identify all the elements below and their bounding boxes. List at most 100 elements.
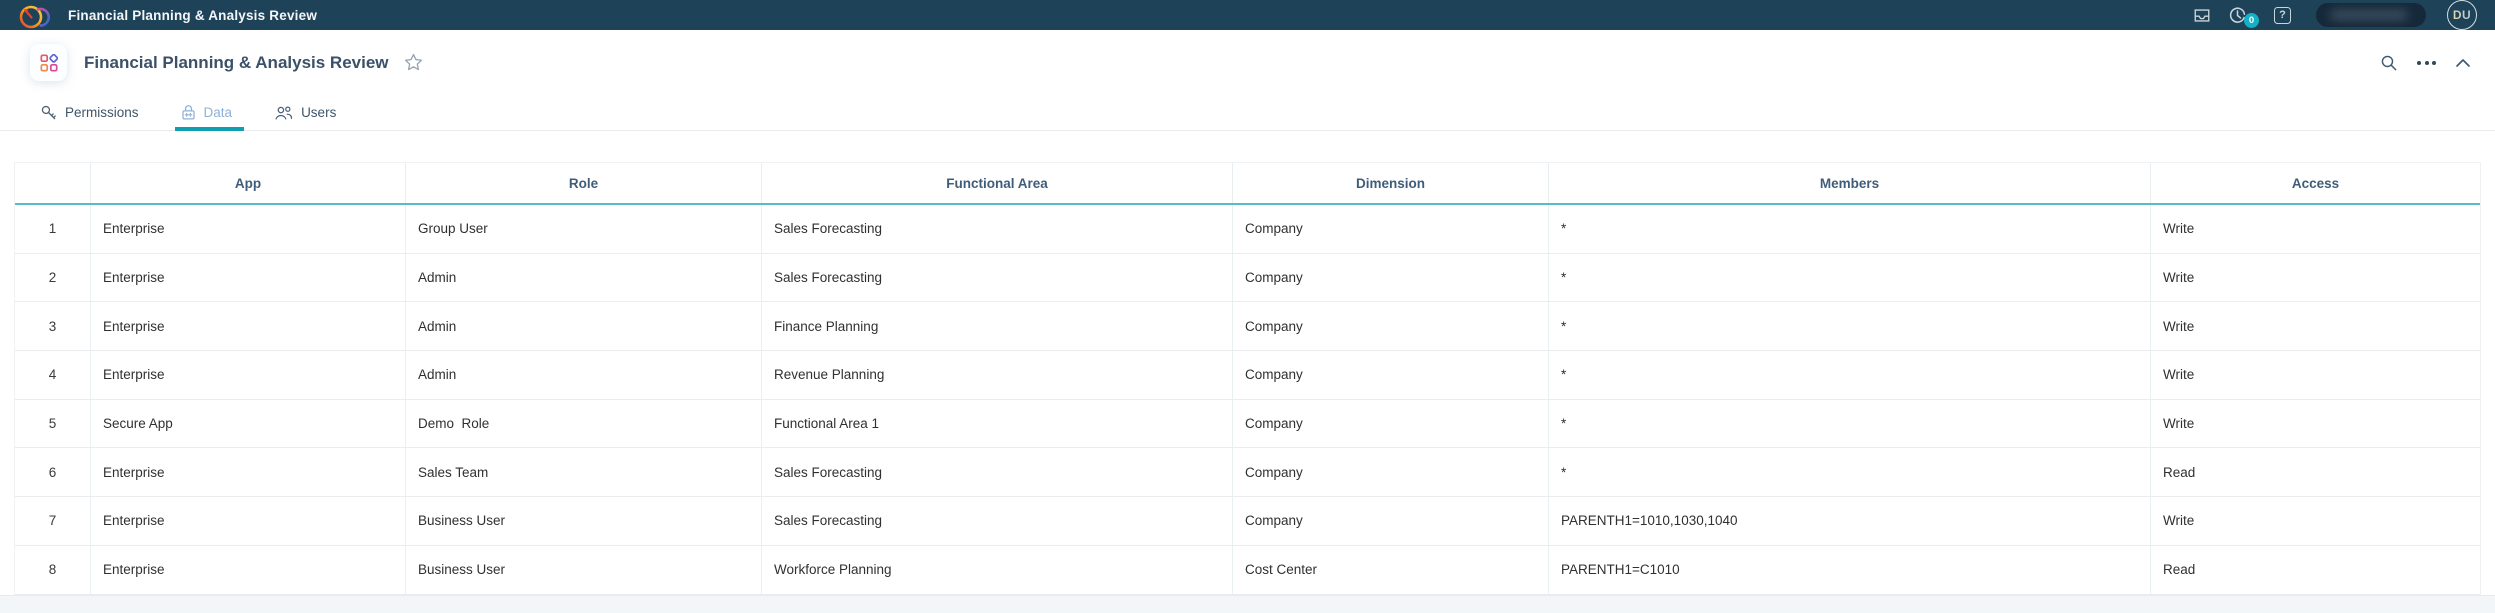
tab-data[interactable]: Data: [181, 95, 233, 130]
app-grid-icon: [40, 54, 58, 72]
cell-members: *: [1549, 448, 2151, 496]
cell-dimension: Cost Center: [1233, 546, 1549, 594]
cell-access: Write: [2151, 400, 2480, 448]
cell-functional-area: Revenue Planning: [762, 351, 1233, 399]
cell-app: Enterprise: [91, 546, 406, 594]
col-header-index: [15, 163, 91, 203]
col-header-role: Role: [406, 163, 762, 203]
col-header-access: Access: [2151, 163, 2480, 203]
cell-app: Secure App: [91, 400, 406, 448]
cell-functional-area: Sales Forecasting: [762, 254, 1233, 302]
cell-access: Write: [2151, 497, 2480, 545]
table-row[interactable]: 8 Enterprise Business User Workforce Pla…: [15, 546, 2480, 595]
cell-access: Write: [2151, 302, 2480, 350]
cell-role: Admin: [406, 302, 762, 350]
table-row[interactable]: 2 Enterprise Admin Sales Forecasting Com…: [15, 254, 2480, 303]
cell-functional-area: Workforce Planning: [762, 546, 1233, 594]
cell-members: *: [1549, 351, 2151, 399]
cell-access: Read: [2151, 546, 2480, 594]
table-row[interactable]: 4 Enterprise Admin Revenue Planning Comp…: [15, 351, 2480, 400]
col-header-app: App: [91, 163, 406, 203]
tab-label: Users: [301, 105, 336, 120]
cell-role: Admin: [406, 351, 762, 399]
cell-app: Enterprise: [91, 205, 406, 253]
row-number: 5: [15, 400, 91, 448]
cell-functional-area: Sales Forecasting: [762, 448, 1233, 496]
col-header-members: Members: [1549, 163, 2151, 203]
table-row[interactable]: 5 Secure App Demo Role Functional Area 1…: [15, 400, 2480, 449]
row-number: 1: [15, 205, 91, 253]
cell-access: Write: [2151, 205, 2480, 253]
cell-app: Enterprise: [91, 302, 406, 350]
cell-role: Admin: [406, 254, 762, 302]
page-title: Financial Planning & Analysis Review: [84, 53, 389, 73]
page-header: Financial Planning & Analysis Review: [0, 30, 2495, 95]
cell-dimension: Company: [1233, 400, 1549, 448]
cell-access: Write: [2151, 254, 2480, 302]
cell-functional-area: Sales Forecasting: [762, 205, 1233, 253]
tab-users[interactable]: Users: [274, 95, 336, 130]
cell-members: *: [1549, 302, 2151, 350]
cell-dimension: Company: [1233, 254, 1549, 302]
environment-label-pill: [2316, 3, 2426, 27]
app-icon-card: [30, 44, 67, 81]
key-icon: [40, 104, 57, 121]
cell-dimension: Company: [1233, 497, 1549, 545]
cell-dimension: Company: [1233, 302, 1549, 350]
row-number: 7: [15, 497, 91, 545]
tab-permissions[interactable]: Permissions: [40, 95, 139, 130]
topbar-app-title: Financial Planning & Analysis Review: [68, 8, 317, 23]
planful-logo-icon[interactable]: [16, 2, 58, 30]
row-number: 3: [15, 302, 91, 350]
lock-icon: [181, 104, 196, 121]
cell-members: PARENTH1=1010,1030,1040: [1549, 497, 2151, 545]
time-tracker-icon[interactable]: 0: [2228, 6, 2247, 25]
col-header-functional-area: Functional Area: [762, 163, 1233, 203]
cell-members: *: [1549, 254, 2151, 302]
row-number: 4: [15, 351, 91, 399]
cell-functional-area: Functional Area 1: [762, 400, 1233, 448]
cell-dimension: Company: [1233, 448, 1549, 496]
top-app-bar: Financial Planning & Analysis Review 0 ?…: [0, 0, 2495, 30]
cell-functional-area: Sales Forecasting: [762, 497, 1233, 545]
cell-members: *: [1549, 205, 2151, 253]
cell-app: Enterprise: [91, 497, 406, 545]
notification-badge: 0: [2244, 13, 2259, 28]
cell-app: Enterprise: [91, 254, 406, 302]
cell-functional-area: Finance Planning: [762, 302, 1233, 350]
row-number: 8: [15, 546, 91, 594]
active-tab-underline: [175, 127, 245, 131]
cell-access: Read: [2151, 448, 2480, 496]
search-icon[interactable]: [2380, 54, 2398, 72]
table-row[interactable]: 6 Enterprise Sales Team Sales Forecastin…: [15, 448, 2480, 497]
cell-role: Demo Role: [406, 400, 762, 448]
cell-members: PARENTH1=C1010: [1549, 546, 2151, 594]
more-options-icon[interactable]: [2417, 57, 2436, 69]
tab-label: Data: [204, 105, 233, 120]
help-icon[interactable]: ?: [2274, 7, 2291, 24]
table-row[interactable]: 1 Enterprise Group User Sales Forecastin…: [15, 205, 2480, 254]
cell-role: Business User: [406, 546, 762, 594]
col-header-dimension: Dimension: [1233, 163, 1549, 203]
header-actions: [2380, 54, 2471, 72]
collapse-chevron-up-icon[interactable]: [2455, 58, 2471, 68]
tab-bar: Permissions Data Users: [0, 95, 2495, 131]
cell-dimension: Company: [1233, 351, 1549, 399]
cell-members: *: [1549, 400, 2151, 448]
topbar-actions: 0 ? DU: [2193, 0, 2477, 30]
cell-role: Business User: [406, 497, 762, 545]
cell-role: Sales Team: [406, 448, 762, 496]
data-permissions-table: App Role Functional Area Dimension Membe…: [14, 162, 2481, 595]
row-number: 6: [15, 448, 91, 496]
favorite-star-icon[interactable]: [404, 53, 423, 72]
tab-label: Permissions: [65, 105, 139, 120]
cell-access: Write: [2151, 351, 2480, 399]
redacted-text-blur: [2330, 10, 2408, 20]
inbox-icon[interactable]: [2193, 7, 2211, 24]
page-bottom-band: [0, 595, 2495, 613]
users-icon: [274, 105, 293, 121]
cell-role: Group User: [406, 205, 762, 253]
table-row[interactable]: 3 Enterprise Admin Finance Planning Comp…: [15, 302, 2480, 351]
user-avatar[interactable]: DU: [2447, 0, 2477, 30]
table-row[interactable]: 7 Enterprise Business User Sales Forecas…: [15, 497, 2480, 546]
